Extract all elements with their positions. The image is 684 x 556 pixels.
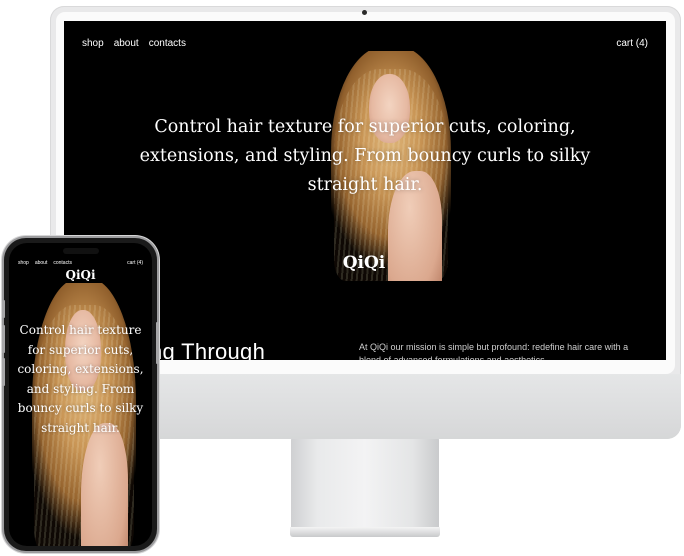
nav-about-link[interactable]: about — [114, 38, 139, 49]
imac-stand — [291, 438, 439, 532]
nav-shop-link[interactable]: shop — [82, 38, 104, 49]
section-heading: ng Through — [150, 339, 266, 360]
mobile-brand-logo[interactable]: QiQi — [9, 268, 152, 282]
mobile-cart-link[interactable]: cart (4) — [127, 260, 143, 266]
mission-text: At QiQi our mission is simple but profou… — [359, 342, 629, 360]
brand-logo[interactable]: QiQi — [334, 253, 394, 273]
mobile-screen: shop about contacts cart (4) QiQi Contro… — [9, 243, 152, 546]
desktop-nav: shop about contacts cart (4) — [82, 38, 648, 49]
mobile-nav-about-link[interactable]: about — [35, 260, 48, 266]
imac-stand-base — [290, 527, 440, 537]
cart-link[interactable]: cart (4) — [616, 38, 648, 49]
phone-frame: shop about contacts cart (4) QiQi Contro… — [4, 238, 157, 551]
hero-text: Control hair texture for superior cuts, … — [139, 117, 591, 195]
phone-power-button — [156, 322, 159, 364]
mobile-nav-contacts-link[interactable]: contacts — [53, 260, 72, 266]
nav-contacts-link[interactable]: contacts — [149, 38, 186, 49]
phone-side-button — [2, 325, 5, 353]
mobile-hero-text: Control hair texture for superior cuts, … — [17, 323, 144, 435]
mobile-nav: shop about contacts cart (4) — [18, 260, 143, 266]
mobile-nav-shop-link[interactable]: shop — [18, 260, 29, 266]
camera-icon — [362, 10, 367, 15]
phone-side-button — [2, 358, 5, 386]
phone-notch — [63, 248, 99, 254]
phone-side-button — [2, 300, 5, 318]
